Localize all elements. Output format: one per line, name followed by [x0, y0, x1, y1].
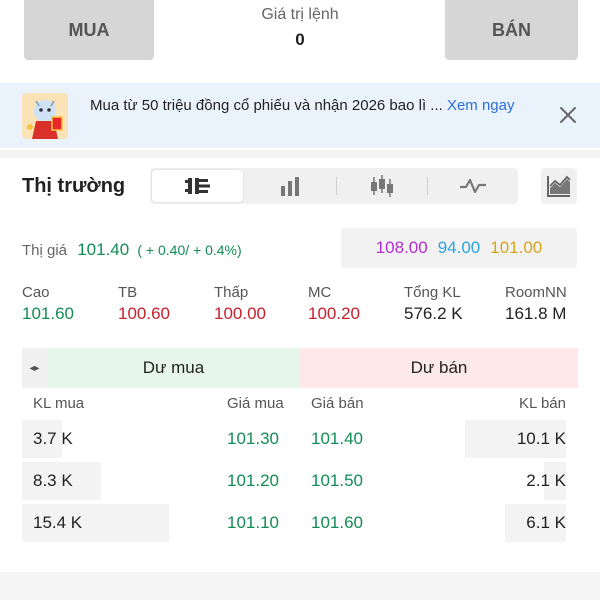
- market-price: Thị giá 101.40 ( + 0.40/ + 0.4%): [22, 240, 242, 260]
- buy-volume-cell: 8.3 K: [33, 471, 73, 490]
- bar-chart-icon: [280, 177, 299, 196]
- stat-label: MC: [308, 284, 332, 301]
- market-price-change: ( + 0.40/ + 0.4%): [137, 242, 242, 258]
- line-chart-icon: [459, 178, 486, 194]
- table-row[interactable]: 8.3 K 101.20 101.50 2.1 K: [22, 462, 578, 500]
- order-action-bar: MUA Giá trị lệnh 0 BÁN: [0, 0, 600, 74]
- buy-side-title: Dư mua: [47, 348, 300, 388]
- promo-text: Mua từ 50 triệu đồng cổ phiếu và nhận 20…: [90, 95, 530, 116]
- stat-low: Thấp 100.00: [214, 284, 266, 324]
- buy-price-cell: 101.30: [227, 429, 279, 448]
- expand-arrows-icon[interactable]: ◂▸: [22, 348, 47, 388]
- view-order-book-tab[interactable]: [152, 170, 243, 202]
- buy-price-cell: 101.20: [227, 471, 279, 490]
- promo-link[interactable]: Xem ngay: [447, 97, 515, 114]
- buy-volume-cell: 15.4 K: [33, 513, 83, 532]
- ceiling-price: 108.00: [375, 238, 428, 257]
- sell-button[interactable]: BÁN: [445, 0, 578, 60]
- column-sell-volume: KL bán: [519, 395, 566, 412]
- view-line-chart-tab[interactable]: [427, 168, 518, 204]
- stat-value: 101.60: [22, 304, 74, 323]
- stat-last-match: MC 100.20: [308, 284, 360, 324]
- stat-value: 100.20: [308, 304, 360, 323]
- stat-label: Cao: [22, 284, 50, 301]
- order-book-columns: KL mua Giá mua Giá bán KL bán: [22, 395, 578, 417]
- order-book-icon: [184, 178, 210, 194]
- price-stats: Cao 101.60 TB 100.60 Thấp 100.00 MC 100.…: [22, 284, 582, 328]
- stat-value: 100.60: [118, 304, 170, 323]
- stat-average: TB 100.60: [118, 284, 170, 324]
- market-price-value: 101.40: [77, 240, 130, 259]
- candlestick-icon: [370, 175, 393, 197]
- sell-price-cell: 101.40: [311, 429, 363, 448]
- sell-volume-cell: 10.1 K: [516, 429, 566, 448]
- area-chart-icon: [547, 175, 571, 197]
- sell-price-cell: 101.60: [311, 513, 363, 532]
- stat-total-volume: Tổng KL 576.2 K: [404, 284, 463, 324]
- reference-price: 101.00: [490, 238, 543, 257]
- area-chart-button[interactable]: [541, 168, 577, 204]
- market-view-switcher: [150, 168, 518, 204]
- stat-high: Cao 101.60: [22, 284, 74, 324]
- sell-volume-cell: 2.1 K: [526, 471, 566, 490]
- view-bar-chart-tab[interactable]: [245, 168, 336, 204]
- promo-banner[interactable]: Mua từ 50 triệu đồng cổ phiếu và nhận 20…: [0, 83, 600, 148]
- market-price-label: Thị giá: [22, 242, 68, 259]
- sell-price-cell: 101.50: [311, 471, 363, 490]
- stat-label: RoomNN: [505, 284, 567, 301]
- table-row[interactable]: 3.7 K 101.30 101.40 10.1 K: [22, 420, 578, 458]
- stat-label: Tổng KL: [404, 284, 461, 301]
- buy-price-cell: 101.10: [227, 513, 279, 532]
- promo-mascot-icon: [22, 93, 68, 139]
- stat-foreign-room: RoomNN 161.8 M: [505, 284, 567, 324]
- table-row[interactable]: 15.4 K 101.10 101.60 6.1 K: [22, 504, 578, 542]
- order-value-label: Giá trị lệnh: [261, 6, 339, 23]
- sell-volume-cell: 6.1 K: [526, 513, 566, 532]
- reference-prices: 108.00 94.00 101.00: [341, 228, 577, 268]
- floor-price: 94.00: [437, 238, 481, 257]
- section-divider: [0, 150, 600, 158]
- order-value-amount: 0: [295, 30, 305, 49]
- order-value: Giá trị lệnh 0: [220, 6, 380, 50]
- stat-value: 100.00: [214, 304, 266, 323]
- view-candlestick-tab[interactable]: [336, 168, 427, 204]
- market-title: Thị trường: [22, 175, 126, 197]
- stat-value: 576.2 K: [404, 304, 463, 323]
- buy-button[interactable]: MUA: [24, 0, 154, 60]
- stat-label: TB: [118, 284, 138, 301]
- column-buy-volume: KL mua: [33, 395, 85, 412]
- promo-message: Mua từ 50 triệu đồng cổ phiếu và nhận 20…: [90, 97, 447, 114]
- stat-value: 161.8 M: [505, 304, 567, 323]
- buy-volume-cell: 3.7 K: [33, 429, 73, 448]
- column-buy-price: Giá mua: [227, 395, 284, 412]
- stat-label: Thấp: [214, 284, 249, 301]
- column-sell-price: Giá bán: [311, 395, 364, 412]
- sell-side-title: Dư bán: [300, 348, 578, 388]
- close-icon[interactable]: [557, 104, 579, 131]
- bottom-divider: [0, 572, 600, 600]
- order-book-header: ◂▸ Dư mua Dư bán: [22, 348, 578, 388]
